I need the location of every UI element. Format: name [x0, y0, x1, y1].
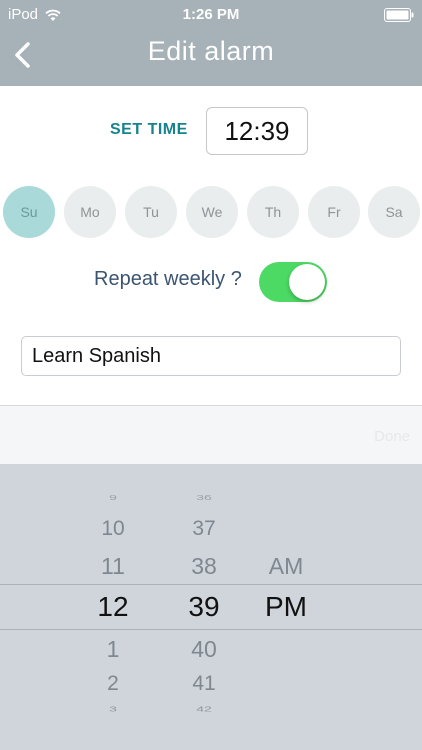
picker-item: 9 — [109, 492, 117, 502]
day-selector: Su Mo Tu We Th Fr Sa — [3, 186, 422, 240]
picker-item: 40 — [191, 636, 217, 662]
time-picker[interactable]: 9 10 11 12 1 2 3 36 37 38 39 40 41 42 AM… — [0, 464, 422, 750]
picker-selected-period: PM — [265, 591, 307, 622]
picker-selected-hour: 12 — [97, 591, 129, 622]
day-sunday-button[interactable]: Su — [3, 186, 55, 238]
picker-item: 36 — [196, 492, 212, 502]
period-wheel[interactable]: AM PM — [246, 464, 326, 750]
picker-item: 10 — [101, 517, 125, 540]
picker-toolbar: Done — [0, 406, 422, 464]
day-wednesday-button[interactable]: We — [186, 186, 238, 238]
picker-selected-minute: 39 — [188, 591, 220, 622]
toggle-knob — [289, 264, 325, 300]
nav-header: iPod 1:26 PM Edit alarm — [0, 0, 422, 86]
picker-item: AM — [268, 553, 304, 579]
status-bar: iPod 1:26 PM — [0, 0, 422, 30]
day-saturday-button[interactable]: Sa — [368, 186, 420, 238]
done-button[interactable]: Done — [374, 428, 410, 445]
set-time-label: SET TIME — [110, 121, 188, 138]
picker-item: 37 — [192, 517, 216, 540]
picker-item: 3 — [109, 704, 117, 714]
picker-item: 41 — [192, 672, 216, 695]
day-monday-button[interactable]: Mo — [64, 186, 116, 238]
minute-wheel[interactable]: 36 37 38 39 40 41 42 — [164, 464, 244, 750]
hour-wheel[interactable]: 9 10 11 12 1 2 3 — [73, 464, 153, 750]
status-time: 1:26 PM — [182, 6, 240, 23]
time-field[interactable]: 12:39 — [206, 107, 308, 155]
repeat-weekly-label: Repeat weekly ? — [94, 268, 242, 290]
alarm-name-input[interactable] — [21, 336, 401, 376]
page-title: Edit alarm — [147, 36, 275, 66]
picker-item: 38 — [191, 553, 217, 579]
battery-icon — [384, 8, 414, 22]
repeat-row: Repeat weekly ? — [0, 260, 422, 304]
day-tuesday-button[interactable]: Tu — [125, 186, 177, 238]
day-friday-button[interactable]: Fr — [308, 186, 360, 238]
repeat-weekly-toggle[interactable] — [259, 262, 327, 302]
day-thursday-button[interactable]: Th — [247, 186, 299, 238]
picker-item: 42 — [196, 704, 212, 714]
picker-item: 11 — [101, 553, 125, 579]
picker-item: 2 — [107, 672, 119, 695]
picker-item: 1 — [106, 636, 120, 662]
set-time-row: SET TIME 12:39 — [0, 106, 422, 156]
